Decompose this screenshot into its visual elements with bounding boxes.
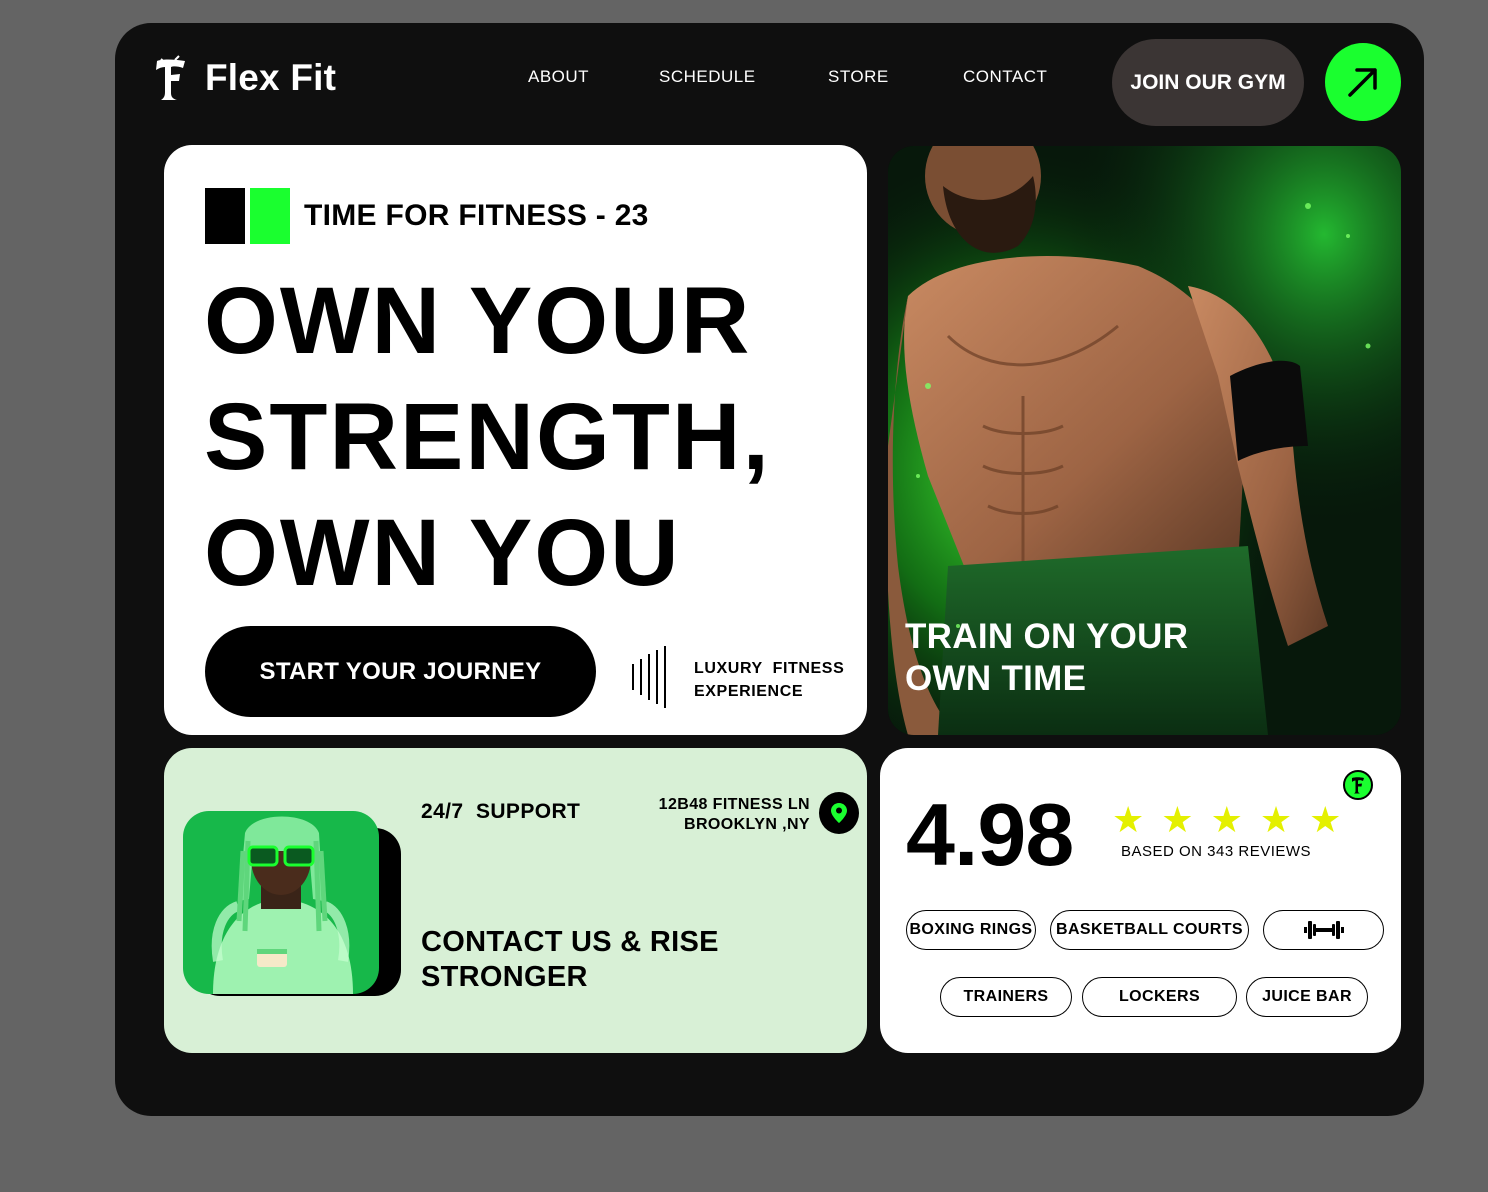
brand-name[interactable]: Flex Fit [205, 56, 336, 100]
caption-line-1: TRAIN ON YOUR [905, 617, 1189, 656]
amenity-chip-lockers[interactable]: LOCKERS [1082, 977, 1237, 1017]
contact-title: CONTACT US & RISE STRONGER [421, 925, 719, 995]
rating-score: 4.98 [906, 785, 1074, 884]
star-icon: ★ [1112, 799, 1145, 840]
headline-line-3: OWN YOU [204, 500, 681, 606]
headline-line-1: OWN YOUR [204, 268, 752, 374]
map-pin-icon [831, 803, 847, 823]
dumbbell-icon [1303, 921, 1344, 939]
hero-card: TIME FOR FITNESS - 23 OWN YOUR STRENGTH,… [164, 145, 867, 735]
avatar [183, 811, 379, 994]
contact-title-line-1: CONTACT US & RISE [421, 926, 719, 958]
nav-about[interactable]: ABOUT [528, 66, 589, 88]
review-count: BASED ON 343 REVIEWS [1121, 843, 1312, 860]
contact-card: 24/7 SUPPORT 12B48 FITNESS LN BROOKLYN ,… [164, 748, 867, 1053]
star-icon: ★ [1210, 799, 1243, 840]
headline-line-2: STRENGTH, [204, 384, 771, 490]
arrow-up-right-icon [1348, 68, 1377, 97]
amenity-chip-boxing-rings[interactable]: BOXING RINGS [906, 910, 1036, 950]
start-journey-button[interactable]: START YOUR JOURNEY [205, 626, 596, 717]
star-icon: ★ [1161, 799, 1194, 840]
join-gym-button[interactable]: JOIN OUR GYM [1112, 39, 1304, 126]
caption-line-2: OWN TIME [905, 659, 1087, 698]
star-icon: ★ [1309, 799, 1342, 840]
contact-title-line-2: STRONGER [421, 961, 588, 993]
letter-f-badge-icon [1343, 770, 1373, 800]
amenity-chip-trainers[interactable]: TRAINERS [940, 977, 1072, 1017]
green-square-decoration [250, 188, 290, 244]
hero-headline: OWN YOUR STRENGTH, OWN YOU [204, 263, 771, 611]
star-icon: ★ [1259, 799, 1293, 840]
luxury-tagline: LUXURY FITNESS EXPERIENCE [694, 657, 844, 703]
sound-bars-icon [632, 645, 666, 709]
amenity-chip-juice-bar[interactable]: JUICE BAR [1246, 977, 1368, 1017]
address-line-2: BROOKLYN ,NY [683, 816, 810, 833]
nav-contact[interactable]: CONTACT [963, 66, 1047, 88]
location-button[interactable] [819, 792, 859, 834]
trainer-photo-card: TRAIN ON YOUR OWN TIME [888, 146, 1401, 735]
nav-schedule[interactable]: SCHEDULE [659, 66, 756, 88]
hero-kicker: TIME FOR FITNESS - 23 [304, 199, 649, 232]
tagline-line-1: LUXURY FITNESS [694, 660, 845, 677]
letter-f-logo-icon[interactable] [151, 55, 191, 103]
nav-store[interactable]: STORE [828, 66, 889, 88]
woman-portrait-image [183, 811, 379, 994]
black-square-decoration [205, 188, 245, 244]
amenity-chip-gym[interactable] [1263, 910, 1384, 950]
star-rating: ★ ★ ★ ★ ★ [1112, 800, 1341, 840]
amenity-chip-basketball-courts[interactable]: BASKETBALL COURTS [1050, 910, 1249, 950]
address-line-1: 12B48 FITNESS LN [658, 796, 810, 813]
arrow-button[interactable] [1325, 43, 1401, 121]
photo-caption: TRAIN ON YOUR OWN TIME [905, 616, 1188, 700]
rating-card: 4.98 ★ ★ ★ ★ ★ BASED ON 343 REVIEWS BOXI… [880, 748, 1401, 1053]
tagline-line-2: EXPERIENCE [694, 683, 804, 700]
support-label: 24/7 SUPPORT [421, 800, 581, 823]
address: 12B48 FITNESS LN BROOKLYN ,NY [644, 795, 810, 835]
